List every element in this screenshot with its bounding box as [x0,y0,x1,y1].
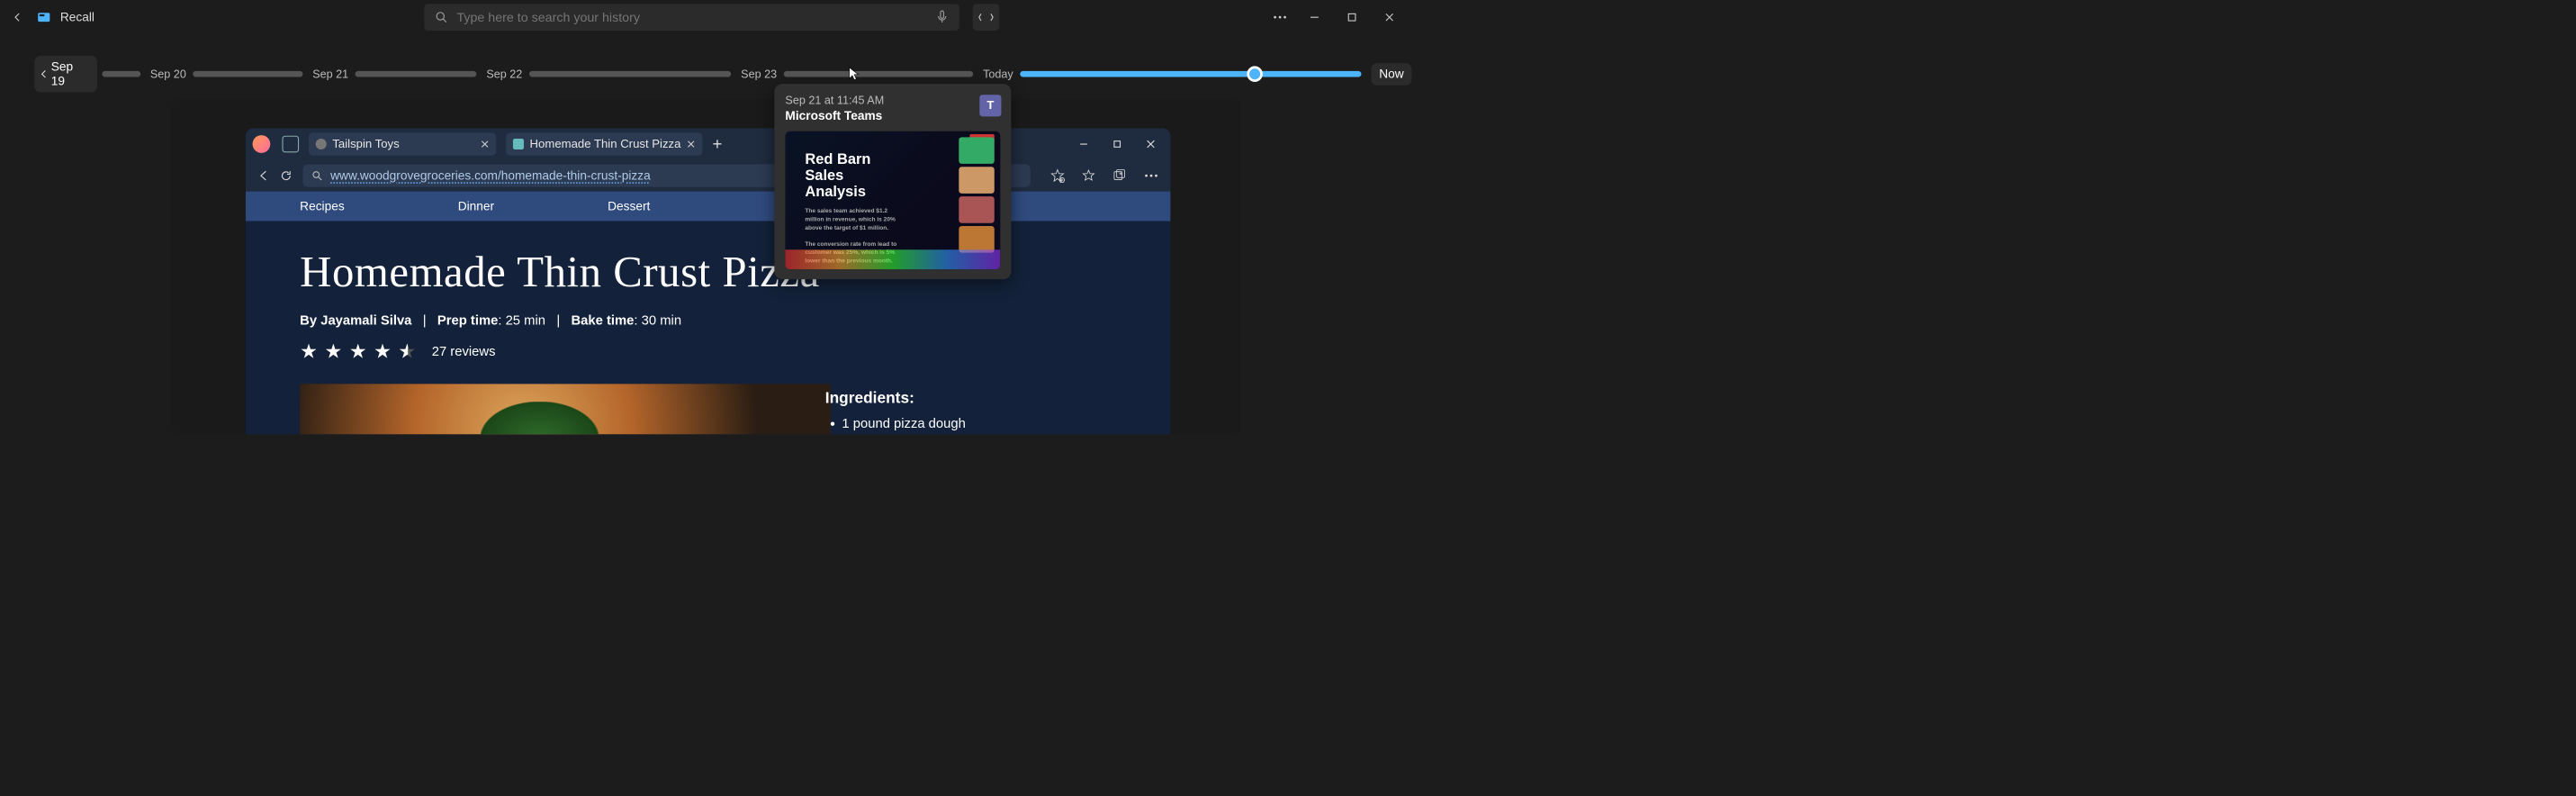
timeline-scrubber-thumb[interactable] [1247,66,1263,82]
ingredients-header: Ingredients: [825,389,1022,407]
app-name: Recall [60,10,95,24]
timeline-width-toggle[interactable] [973,4,1000,31]
tab-actions-icon[interactable] [282,136,299,153]
star-icon: ★ [374,340,392,363]
participant-tile [959,137,994,164]
maximize-button[interactable] [1338,4,1365,31]
window-controls [1302,4,1403,31]
search-input[interactable] [456,10,935,25]
ingredients-block: Ingredients: 1 pound pizza dough [825,389,1022,431]
timeline-segment[interactable] [356,71,477,77]
browser-refresh-icon[interactable] [280,169,293,182]
tab-favicon [513,139,524,149]
new-tab-button[interactable]: + [713,134,723,153]
microphone-icon[interactable] [936,10,949,24]
browser-close-button[interactable] [1144,137,1157,150]
preview-timestamp: Sep 21 at 11:45 AM [785,94,1000,107]
browser-maximize-button[interactable] [1111,137,1124,150]
nav-link[interactable]: Recipes [300,199,344,213]
star-half-icon: ★★ [398,340,418,363]
site-nav: Recipes Dinner Dessert [246,192,1171,222]
timeline-segment[interactable] [102,71,140,77]
collections-icon[interactable] [1112,168,1127,183]
participant-tile [959,196,994,223]
browser-minimize-button[interactable] [1076,137,1090,150]
back-button[interactable] [10,10,24,24]
star-icon: ★ [349,340,367,363]
timeline-segment-label: Sep 23 [741,68,777,81]
timeline-preview-card[interactable]: Sep 21 at 11:45 AM Microsoft Teams T Red… [774,84,1011,279]
timeline-today-segment[interactable] [1020,71,1361,77]
timeline-segment-label: Sep 21 [312,68,348,81]
favorite-add-icon[interactable] [1050,168,1065,183]
timeline-segment[interactable] [529,71,731,77]
search-box[interactable] [424,4,959,31]
star-icon: ★ [300,340,318,363]
browser-window-controls [1076,137,1170,150]
timeline-segment-label: Sep 22 [486,68,522,81]
participant-tile [959,167,994,194]
preview-app-name: Microsoft Teams [785,109,1000,123]
nav-link[interactable]: Dinner [458,199,494,213]
participant-tile [959,226,994,253]
search-icon [435,11,447,23]
minimize-button[interactable] [1302,4,1329,31]
tab-close-icon[interactable] [687,140,696,149]
timeline-back-button[interactable]: Sep 19 [34,56,96,93]
timeline-segment-label: Sep 20 [150,68,186,81]
browser-tab[interactable]: Tailspin Toys [309,132,496,155]
recall-app-icon [37,10,51,24]
timeline-segment[interactable] [784,71,973,77]
ingredient-item: 1 pound pizza dough [842,416,1022,431]
nav-link[interactable]: Dessert [608,199,650,213]
browser-window: Tailspin Toys Homemade Thin Crust Pizza … [246,128,1171,434]
browser-tabstrip: Tailspin Toys Homemade Thin Crust Pizza … [246,128,1171,159]
url-text: www.woodgrovegroceries.com/homemade-thin… [330,168,651,183]
rating-stars: ★ ★ ★ ★ ★★ 27 reviews [300,340,1116,363]
profile-avatar[interactable] [253,135,271,153]
page-content: Homemade Thin Crust Pizza By Jayamali Si… [246,222,1171,435]
timeline: Sep 19 Sep 20 Sep 21 Sep 22 Sep 23 Today… [0,59,1411,89]
tab-favicon [316,139,327,149]
close-button[interactable] [1376,4,1403,31]
browser-address-bar: www.woodgrovegroceries.com/homemade-thin… [246,160,1171,192]
preview-thumbnail: Red Barn Sales Analysis The sales team a… [785,131,1000,269]
snapshot-viewport: Tailspin Toys Homemade Thin Crust Pizza … [172,99,1240,435]
page-meta: By Jayamali Silva | Prep time: 25 min | … [300,312,1116,328]
timeline-now-button[interactable]: Now [1371,63,1411,86]
browser-tab-active[interactable]: Homemade Thin Crust Pizza [506,132,702,155]
timeline-today-label: Today [983,68,1013,81]
more-options-button[interactable] [1266,4,1293,31]
reviews-count: 27 reviews [432,344,496,359]
tab-close-icon[interactable] [481,140,490,149]
search-icon [311,170,322,181]
timeline-segment[interactable] [194,71,303,77]
browser-back-icon[interactable] [257,169,270,182]
browser-more-icon[interactable] [1144,174,1158,177]
teams-app-icon: T [979,95,1001,116]
hero-image [300,384,831,434]
star-icon: ★ [325,340,343,363]
mouse-cursor-icon [849,67,860,81]
favorites-icon[interactable] [1082,168,1095,182]
